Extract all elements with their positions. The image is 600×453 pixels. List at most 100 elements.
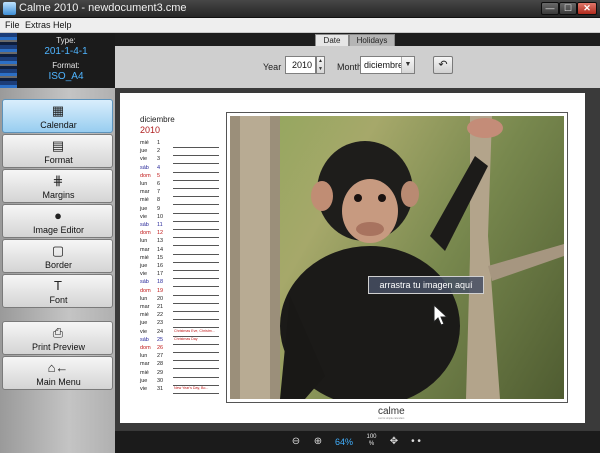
day-weekday: lun (140, 181, 148, 187)
day-row: mié 1 (140, 140, 220, 148)
sidebar-item-border[interactable]: ▢ Border (2, 239, 113, 273)
day-number: 29 (157, 369, 164, 376)
day-number: 25 (157, 336, 164, 343)
day-note-line (173, 393, 219, 394)
chevron-down-icon[interactable]: ▼ (401, 57, 414, 73)
type-value: 201-1-4-1 (44, 46, 88, 57)
app-window: Calme 2010 - newdocument3.cme — ☐ ✕ File… (0, 0, 600, 453)
sidebar-item-margins[interactable]: ⋕ Margins (2, 169, 113, 203)
day-number: 2 (157, 148, 161, 155)
zoom-in-icon[interactable]: ⊕ (309, 434, 327, 450)
day-weekday: dom (140, 287, 151, 294)
font-icon: T (54, 278, 62, 293)
day-number: 8 (157, 197, 161, 204)
title-bar[interactable]: Calme 2010 - newdocument3.cme — ☐ ✕ (0, 0, 600, 18)
day-row: lun 20 (140, 296, 220, 304)
day-number: 6 (157, 181, 161, 187)
zoom-100-button[interactable]: 100 % (361, 434, 382, 450)
day-row: mié 15 (140, 255, 220, 263)
image-frame[interactable]: arrastra tu imagen aquí (226, 112, 568, 403)
day-weekday: mié (140, 254, 149, 261)
year-stepper[interactable]: ▲ ▼ (316, 56, 325, 74)
spin-down-icon[interactable]: ▼ (317, 65, 324, 73)
year-field[interactable]: 2010 (285, 56, 316, 74)
sidebar-item-font[interactable]: T Font (2, 274, 113, 308)
sidebar-item-format[interactable]: ▤ Format (2, 134, 113, 168)
document-info: Type: 201-1-4-1 Format: ISO_A4 (0, 33, 115, 88)
sidebar-item-calendar[interactable]: ▦ Calendar (2, 99, 113, 133)
more-options-icon[interactable]: • • (407, 434, 425, 450)
calendar-icon: ▦ (51, 103, 65, 118)
zoom-level: 64% (335, 437, 354, 447)
day-weekday: dom (140, 230, 151, 237)
day-number: 9 (157, 205, 161, 212)
day-number: 19 (157, 287, 164, 294)
print-preview-icon: ⎙ (52, 325, 64, 340)
zoom-out-icon[interactable]: ⊖ (287, 434, 305, 450)
day-number: 14 (157, 246, 164, 253)
brand-tagline: cool & simple calendars (378, 417, 405, 420)
sidebar-item-label: Print Preview (31, 342, 85, 352)
day-row: vie 17 (140, 271, 220, 280)
app-icon (3, 2, 16, 15)
day-weekday: mar (140, 189, 150, 196)
zoom-100-value: 100 (366, 434, 377, 440)
day-weekday: vie (140, 213, 148, 220)
sidebar-item-label: Font (49, 295, 68, 305)
day-weekday: vie (140, 156, 148, 163)
format-icon: ▤ (51, 138, 65, 153)
menu-help[interactable]: Help (53, 20, 72, 30)
day-number: 24 (157, 328, 164, 335)
reset-date-button[interactable]: ↶ (433, 56, 453, 74)
day-weekday: sáb (140, 222, 149, 228)
day-row: jue 2 (140, 148, 220, 157)
maximize-button[interactable]: ☐ (559, 2, 577, 15)
day-row: mar 7 (140, 189, 220, 198)
minimize-button[interactable]: — (541, 2, 559, 15)
day-weekday: mié (140, 312, 149, 319)
day-weekday: vie (140, 386, 148, 392)
close-button[interactable]: ✕ (577, 2, 597, 15)
menu-file[interactable]: File (5, 20, 20, 30)
day-row: lun 13 (140, 238, 220, 247)
holiday-note: New Year's Day, Bo... (174, 386, 209, 390)
drop-image-hint: arrastra tu imagen aquí (368, 276, 484, 294)
day-weekday: vie (140, 271, 148, 278)
day-weekday: dom (140, 345, 151, 351)
day-number: 12 (157, 230, 164, 237)
day-row: mié 8 (140, 197, 220, 206)
day-row: dom 26 (140, 345, 220, 353)
day-row: mar 28 (140, 361, 220, 370)
day-number: 13 (157, 238, 164, 245)
day-weekday: jue (140, 148, 148, 155)
tab-holidays[interactable]: Holidays (349, 34, 395, 46)
day-number: 4 (157, 164, 161, 171)
day-row: dom 19 (140, 288, 220, 296)
day-row: lun 6 (140, 181, 220, 189)
day-number: 27 (157, 353, 164, 360)
day-row: jue 23 (140, 320, 220, 329)
sidebar-item-print-preview[interactable]: ⎙ Print Preview (2, 321, 113, 355)
day-weekday: jue (140, 320, 148, 327)
move-icon[interactable]: ✥ (385, 434, 403, 450)
day-weekday: vie (140, 328, 148, 335)
day-weekday: sáb (140, 164, 149, 171)
menu-extras[interactable]: Extras (25, 20, 51, 30)
format-value: ISO_A4 (48, 71, 84, 82)
sidebar-item-label: Format (44, 155, 73, 165)
spin-up-icon[interactable]: ▲ (317, 57, 324, 65)
day-number: 10 (157, 213, 164, 220)
day-number: 3 (157, 156, 161, 163)
day-row: jue 16 (140, 263, 220, 271)
holiday-note: Christmas Day (174, 336, 198, 341)
sidebar-item-main-menu[interactable]: ⌂← Main Menu (2, 356, 113, 390)
calendar-page: diciembre 2010 mié 1 jue 2 vie 3 sáb 4 dom 5 lun 6 m… (120, 93, 585, 423)
zoom-100-unit: % (368, 441, 375, 447)
day-row: lun 27 (140, 353, 220, 362)
day-row: vie 24 Christmas Eve, Christm... (140, 329, 220, 337)
chimpanzee-photo[interactable]: arrastra tu imagen aquí (230, 116, 564, 399)
sidebar-item-image-editor[interactable]: ● Image Editor (2, 204, 113, 238)
day-weekday: mar (140, 304, 150, 310)
tab-date[interactable]: Date (315, 34, 349, 46)
day-row: mié 29 (140, 370, 220, 378)
